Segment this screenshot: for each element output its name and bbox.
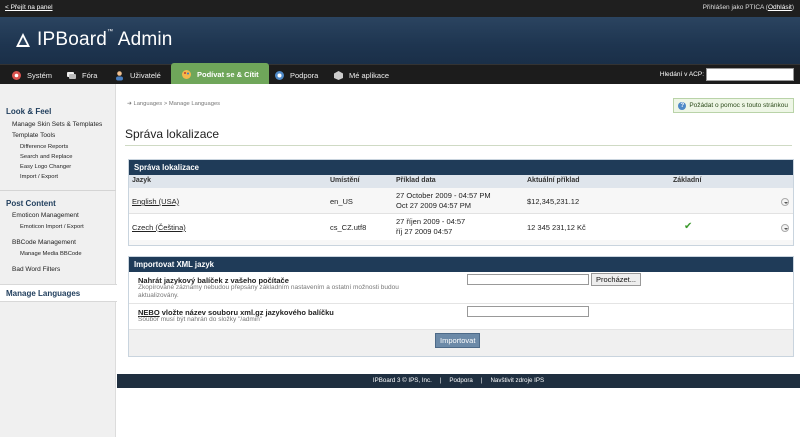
languages-table-header: Jazyk Umístění Příklad data Aktuální pří… [129,175,793,188]
upload-description: Zkopírované záznamy nebudou přepsány zák… [138,284,399,299]
footer-support-link[interactable]: Podpora [449,377,472,384]
language-locale: cs_CZ.utf8 [330,223,367,232]
filename-row: NEBO vložte název souboru xml.gz jazykov… [129,304,793,330]
sidebar-sub-logo-changer[interactable]: Easy Logo Changer [20,164,71,170]
sidebar-sub-media-bbcode[interactable]: Manage Media BBCode [20,251,82,257]
footer: IPBoard 3 © IPS, Inc. | Podpora | Navštivit … [117,374,800,388]
forums-icon [66,70,77,81]
look-feel-icon [181,69,192,80]
sidebar-item-emoticon[interactable]: Emoticon Management [12,212,79,219]
upload-row: Nahrát jazykový balíček z vašeho počítač… [129,272,793,304]
sidebar-item-bbcode[interactable]: BBCode Management [12,239,76,246]
users-icon [114,70,125,81]
page-title: Správa lokalizace [125,127,220,141]
nav-tab-system[interactable]: Systém [11,65,52,85]
table-row: English (USA) en_US 27 October 2009 - 04… [129,188,793,214]
logout-link[interactable]: Odhlásit [768,4,792,11]
row-options-icon[interactable] [781,198,789,206]
form-actions: Importovat [129,330,793,356]
language-locale: en_US [330,197,353,206]
footer-ips-link[interactable]: Navštivit zdroje IPS [490,377,544,384]
sidebar-sub-difference-reports[interactable]: Difference Reports [20,144,68,150]
language-link-english[interactable]: English (USA) [132,197,179,206]
breadcrumb: ➜ Languages > Manage Languages [127,101,221,107]
col-date-example: Příklad data [396,177,436,184]
sidebar-section-look-feel: Look & Feel [6,107,52,116]
table-row: Czech (Čeština) cs_CZ.utf8 27 říjen 2009… [129,214,793,240]
top-bar: < Přejít na panel Přihlášen jako PTICA (… [0,0,800,17]
languages-table: Správa lokalizace Jazyk Umístění Příklad… [128,159,794,246]
sidebar-sub-import-export[interactable]: Import / Export [20,174,58,180]
nav-tab-forums[interactable]: Fóra [66,65,97,85]
breadcrumb-arrow-icon: ➜ [127,101,132,107]
languages-table-heading: Správa lokalizace [129,160,793,175]
system-icon [11,70,22,81]
breadcrumb-manage-languages: Manage Languages [168,101,221,107]
language-date-long: 27 October 2009 - 04:57 PM [396,191,491,200]
sidebar-sub-emoticon-import[interactable]: Emoticon Import / Export [20,224,84,230]
language-date-short: říj 27 2009 04:57 [396,227,453,236]
help-icon: ? [678,101,687,110]
search-label: Hledání v ACP: [659,71,704,78]
sidebar-item-skin-sets[interactable]: Manage Skin Sets & Templates [12,121,102,128]
row-options-icon[interactable] [781,224,789,232]
title-divider [125,145,792,146]
browse-button[interactable]: Procházet... [591,273,642,286]
main-nav: Systém Fóra Uživatelé Podívat se & Cítit… [0,63,800,85]
default-check-icon: ✔ [684,221,693,232]
support-icon [274,70,285,81]
sidebar-section-post-content: Post Content [6,199,56,208]
col-current-example: Aktuální příklad [527,177,580,184]
language-date-long: 27 říjen 2009 - 04:57 [396,217,466,226]
nav-tab-support[interactable]: Podpora [274,65,318,85]
sidebar-item-bad-words[interactable]: Bad Word Filters [12,266,60,273]
language-link-czech[interactable]: Czech (Čeština) [132,223,186,232]
ipboard-logo-icon [14,31,32,49]
login-status: Přihlášen jako PTICA (Odhlásit) [702,4,794,11]
logo[interactable]: IPBoard™ Admin [14,29,173,51]
nav-tab-apps[interactable]: Mé aplikace [333,65,389,85]
footer-copyright: IPBoard 3 © IPS, Inc. [372,377,432,384]
language-date-short: Oct 27 2009 04:57 PM [396,201,472,210]
sidebar-item-manage-languages[interactable]: Manage Languages [0,284,117,302]
col-language: Jazyk [132,177,152,184]
col-default: Základní [673,177,702,184]
sidebar-sub-search-replace[interactable]: Search and Replace [20,154,73,160]
col-locale: Umístění [330,177,360,184]
back-to-board-link[interactable]: < Přejít na panel [5,4,53,11]
upload-file-input[interactable] [467,274,589,285]
sidebar-divider [0,190,116,191]
help-button[interactable]: ? Požádat o pomoc s touto stránkou [673,98,794,113]
nav-tab-look-feel[interactable]: Podívat se & Cítit [171,63,269,85]
import-form: Importovat XML jazyk Nahrát jazykový bal… [128,256,794,357]
language-money: $12,345,231.12 [527,197,580,206]
import-form-heading: Importovat XML jazyk [129,257,793,272]
filename-input[interactable] [467,306,589,317]
sidebar: Look & Feel Manage Skin Sets & Templates… [0,84,117,437]
nav-tab-users[interactable]: Uživatelé [114,65,161,85]
apps-icon [333,70,344,81]
filename-description: Soubor musí být nahrán do složky "/admin… [138,316,263,323]
acp-search-input[interactable] [706,68,794,81]
language-money: 12 345 231,12 Kč [527,223,586,232]
header: IPBoard™ Admin [0,17,800,64]
breadcrumb-languages[interactable]: Languages [133,101,162,107]
sidebar-item-template-tools[interactable]: Template Tools [12,132,55,139]
import-button[interactable]: Importovat [435,333,481,348]
